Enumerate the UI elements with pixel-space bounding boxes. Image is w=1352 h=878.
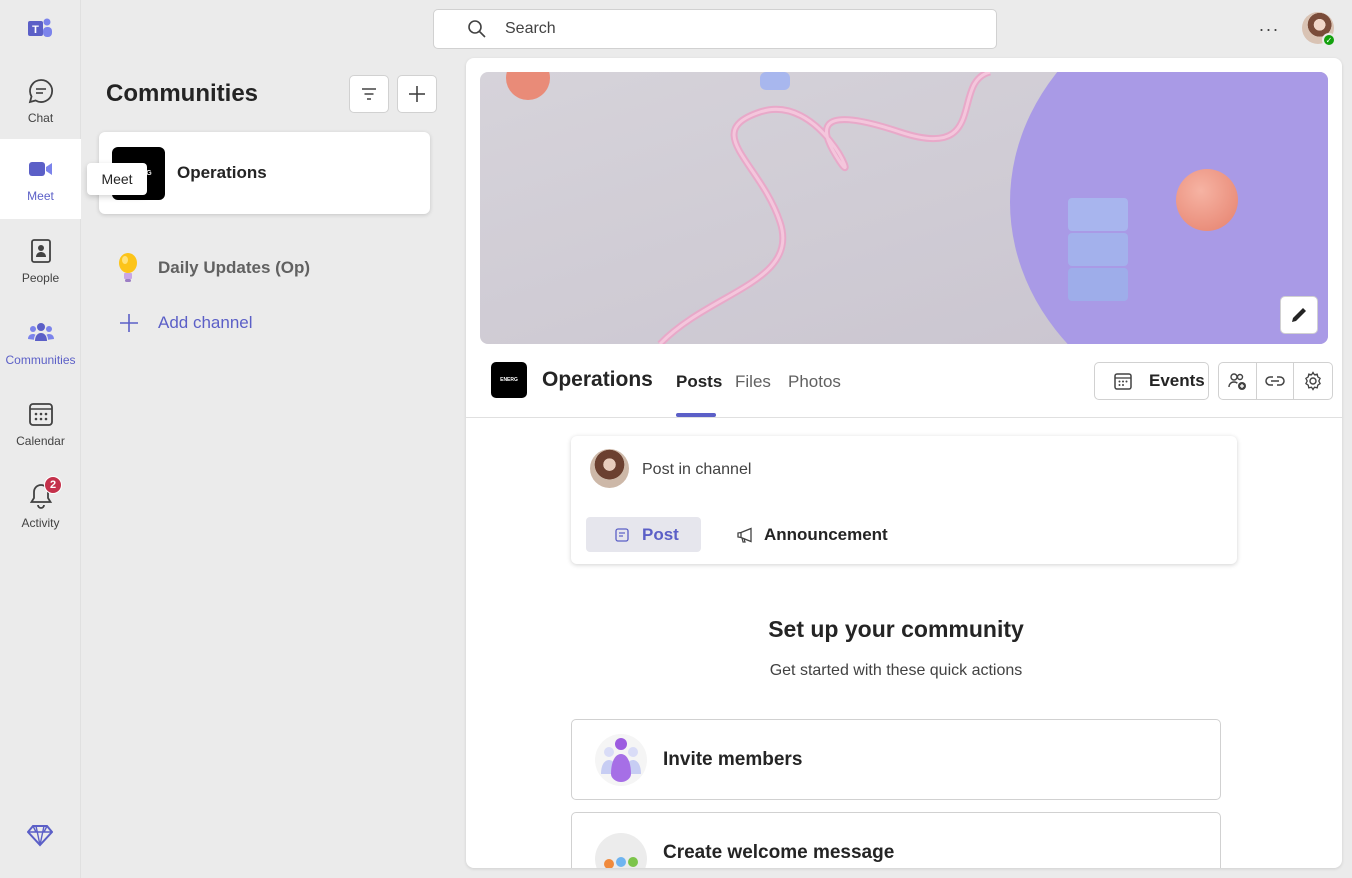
channel-item-daily-updates[interactable]: Daily Updates (Op) xyxy=(116,252,310,284)
channel-name: Daily Updates (Op) xyxy=(158,258,311,277)
post-icon xyxy=(615,527,629,542)
setup-title: Set up your community xyxy=(768,616,1024,642)
post-label: Post xyxy=(642,524,679,544)
community-logo-text: ENERG xyxy=(500,377,518,383)
community-item-operations[interactable]: ENERG Operations xyxy=(99,132,430,214)
people-community-icon xyxy=(27,323,54,341)
invite-members-label: Invite members xyxy=(663,748,803,770)
plus-icon xyxy=(409,86,425,102)
post-composer: Post in channel Post Announcement xyxy=(571,436,1237,564)
invite-people-icon xyxy=(595,733,647,786)
search-placeholder: Search xyxy=(505,20,556,37)
rail-label: People xyxy=(21,271,60,285)
invite-members-card[interactable]: Invite members xyxy=(571,719,1221,800)
community-main: ENERG Operations Posts Files Photos Even… xyxy=(466,58,1342,868)
rail-item-communities[interactable]: Communities xyxy=(0,303,81,383)
more-options-icon[interactable]: ··· xyxy=(1256,16,1282,42)
lightbulb-icon xyxy=(119,253,137,282)
user-avatar xyxy=(590,449,629,488)
community-header: ENERG Operations Posts Files Photos Even… xyxy=(466,344,1342,418)
contact-book-icon xyxy=(30,239,51,263)
announcement-button[interactable]: Announcement xyxy=(736,517,888,552)
events-label: Events xyxy=(1149,371,1205,390)
teams-logo-icon[interactable]: T xyxy=(26,15,54,43)
filter-icon xyxy=(362,88,376,100)
video-camera-icon xyxy=(28,162,52,176)
link-icon xyxy=(1265,376,1285,386)
announcement-label: Announcement xyxy=(764,524,888,544)
search-input[interactable]: Search xyxy=(433,9,997,49)
add-people-button[interactable] xyxy=(1219,363,1257,399)
add-channel-label: Add channel xyxy=(158,313,253,332)
gear-icon xyxy=(1305,371,1322,391)
plus-icon xyxy=(120,314,138,332)
rail-item-calendar[interactable]: Calendar xyxy=(0,384,81,464)
add-community-button[interactable] xyxy=(397,75,437,113)
svg-text:T: T xyxy=(32,24,39,36)
rail-item-meet[interactable]: Meet xyxy=(0,139,81,219)
add-person-icon xyxy=(1228,373,1247,390)
calendar-icon xyxy=(28,403,53,426)
community-banner-image xyxy=(480,72,1328,344)
settings-button[interactable] xyxy=(1294,363,1332,399)
tab-files[interactable]: Files xyxy=(735,372,771,392)
search-icon xyxy=(468,20,486,38)
rail-label: Calendar xyxy=(16,434,65,448)
filter-button[interactable] xyxy=(349,75,389,113)
rail-item-activity[interactable]: Activity 2 xyxy=(0,466,81,546)
pencil-icon xyxy=(1292,308,1306,322)
status-available-icon: ✓ xyxy=(1322,33,1336,47)
post-button[interactable]: Post xyxy=(586,517,701,552)
rail-label: Activity xyxy=(21,516,60,530)
welcome-message-card[interactable]: Create welcome message xyxy=(571,812,1221,868)
tab-photos[interactable]: Photos xyxy=(788,372,841,392)
setup-subtitle: Get started with these quick actions xyxy=(769,662,1023,679)
active-tab-indicator xyxy=(676,413,716,417)
diamond-icon[interactable] xyxy=(27,822,53,848)
copy-link-button[interactable] xyxy=(1257,363,1295,399)
megaphone-icon xyxy=(737,527,752,543)
community-name: Operations xyxy=(177,163,267,182)
welcome-message-label: Create welcome message xyxy=(663,841,895,863)
community-actions xyxy=(1218,362,1333,400)
add-channel-button[interactable]: Add channel xyxy=(118,312,253,334)
events-button[interactable]: Events xyxy=(1094,362,1209,400)
community-logo: ENERG xyxy=(491,362,527,398)
rail-label: Chat xyxy=(27,111,54,125)
post-input[interactable]: Post in channel xyxy=(642,461,751,479)
panel-title: Communities xyxy=(106,80,259,107)
rail-item-people[interactable]: People xyxy=(0,221,81,301)
welcome-message-icon xyxy=(595,832,647,868)
meet-tooltip: Meet xyxy=(87,163,147,195)
community-title: Operations xyxy=(542,368,653,391)
rail-label: Meet xyxy=(27,189,54,203)
app-rail: T Chat Meet People Communities Calendar … xyxy=(0,0,81,878)
edit-banner-button[interactable] xyxy=(1280,296,1318,334)
rail-item-chat[interactable]: Chat xyxy=(0,61,81,141)
rail-label: Communities xyxy=(5,353,76,367)
calendar-icon xyxy=(1114,373,1132,390)
tab-posts[interactable]: Posts xyxy=(676,372,722,392)
activity-badge: 2 xyxy=(44,476,62,494)
chat-icon xyxy=(28,79,53,104)
